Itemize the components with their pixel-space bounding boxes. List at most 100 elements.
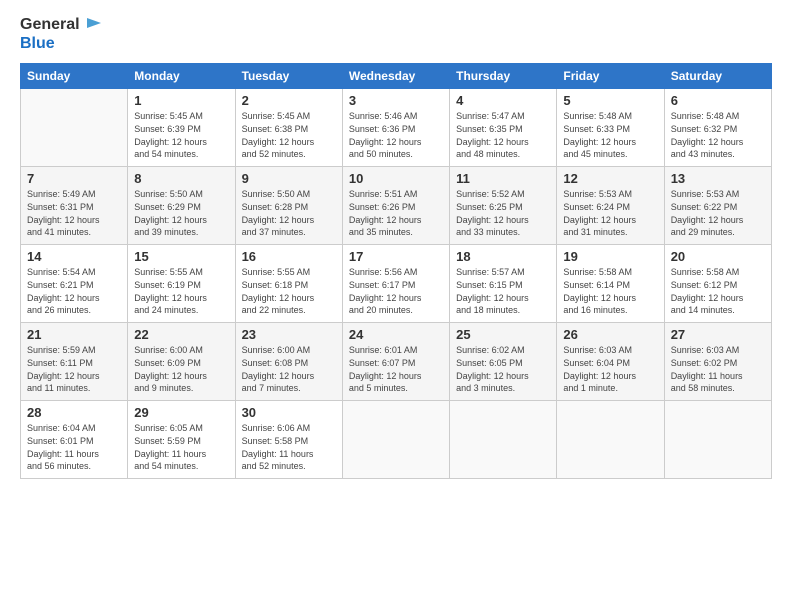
day-number: 30 xyxy=(242,405,336,420)
calendar-cell: 9Sunrise: 5:50 AM Sunset: 6:28 PM Daylig… xyxy=(235,167,342,245)
day-info: Sunrise: 5:48 AM Sunset: 6:32 PM Dayligh… xyxy=(671,110,765,160)
day-number: 19 xyxy=(563,249,657,264)
day-number: 26 xyxy=(563,327,657,342)
calendar-cell xyxy=(557,401,664,479)
day-info: Sunrise: 5:58 AM Sunset: 6:14 PM Dayligh… xyxy=(563,266,657,316)
day-info: Sunrise: 5:49 AM Sunset: 6:31 PM Dayligh… xyxy=(27,188,121,238)
calendar-cell: 23 Sunrise: 6:00 AM Sunset: 6:08 PM Dayli… xyxy=(235,323,342,401)
calendar-page: General Blue SundayMondayTuesdayWednesda… xyxy=(0,0,792,612)
day-number: 20 xyxy=(671,249,765,264)
col-header-monday: Monday xyxy=(128,64,235,89)
calendar-cell: 15 Sunrise: 5:55 AM Sunset: 6:19 PM Dayli… xyxy=(128,245,235,323)
col-header-friday: Friday xyxy=(557,64,664,89)
day-number: 10 xyxy=(349,171,443,186)
day-number: 15 xyxy=(134,249,228,264)
day-info: Sunrise: 5:55 AM Sunset: 6:19 PM Dayligh… xyxy=(134,266,228,316)
calendar-cell: 7 Sunrise: 5:49 AM Sunset: 6:31 PM Daylig… xyxy=(21,167,128,245)
logo-blue: Blue xyxy=(20,35,55,52)
day-info: Sunrise: 5:50 AM Sunset: 6:29 PM Dayligh… xyxy=(134,188,228,238)
day-info: Sunrise: 6:02 AM Sunset: 6:05 PM Dayligh… xyxy=(456,344,550,394)
calendar-cell: 2 Sunrise: 5:45 AM Sunset: 6:38 PM Daylig… xyxy=(235,89,342,167)
calendar-cell: 5Sunrise: 5:48 AM Sunset: 6:33 PM Daylig… xyxy=(557,89,664,167)
day-info: Sunrise: 6:04 AM Sunset: 6:01 PM Dayligh… xyxy=(27,422,121,472)
calendar-cell xyxy=(664,401,771,479)
col-header-tuesday: Tuesday xyxy=(235,64,342,89)
calendar-cell: 24 Sunrise: 6:01 AM Sunset: 6:07 PM Dayli… xyxy=(342,323,449,401)
day-number: 14 xyxy=(27,249,121,264)
logo-flag-icon xyxy=(85,18,103,32)
calendar-cell: 12 Sunrise: 5:53 AM Sunset: 6:24 PM Dayli… xyxy=(557,167,664,245)
calendar-cell xyxy=(450,401,557,479)
calendar-cell xyxy=(21,89,128,167)
calendar-cell: 20 Sunrise: 5:58 AM Sunset: 6:12 PM Dayli… xyxy=(664,245,771,323)
day-info: Sunrise: 5:47 AM Sunset: 6:35 PM Dayligh… xyxy=(456,110,550,160)
day-info: Sunrise: 6:00 AM Sunset: 6:08 PM Dayligh… xyxy=(242,344,336,394)
week-row-5: 28 Sunrise: 6:04 AM Sunset: 6:01 PM Dayli… xyxy=(21,401,772,479)
calendar-cell: 29Sunrise: 6:05 AM Sunset: 5:59 PM Dayli… xyxy=(128,401,235,479)
calendar-cell: 22 Sunrise: 6:00 AM Sunset: 6:09 PM Dayli… xyxy=(128,323,235,401)
day-number: 11 xyxy=(456,171,550,186)
day-info: Sunrise: 6:03 AM Sunset: 6:02 PM Dayligh… xyxy=(671,344,765,394)
calendar-cell: 13 Sunrise: 5:53 AM Sunset: 6:22 PM Dayli… xyxy=(664,167,771,245)
day-info: Sunrise: 6:00 AM Sunset: 6:09 PM Dayligh… xyxy=(134,344,228,394)
day-info: Sunrise: 5:53 AM Sunset: 6:22 PM Dayligh… xyxy=(671,188,765,238)
day-number: 1 xyxy=(134,93,228,108)
day-info: Sunrise: 5:45 AM Sunset: 6:39 PM Dayligh… xyxy=(134,110,228,160)
calendar-cell: 30Sunrise: 6:06 AM Sunset: 5:58 PM Dayli… xyxy=(235,401,342,479)
day-number: 6 xyxy=(671,93,765,108)
day-number: 24 xyxy=(349,327,443,342)
calendar-cell xyxy=(342,401,449,479)
logo-general: General xyxy=(20,16,80,33)
calendar-cell: 25 Sunrise: 6:02 AM Sunset: 6:05 PM Dayli… xyxy=(450,323,557,401)
week-row-2: 7 Sunrise: 5:49 AM Sunset: 6:31 PM Daylig… xyxy=(21,167,772,245)
day-info: Sunrise: 6:03 AM Sunset: 6:04 PM Dayligh… xyxy=(563,344,657,394)
day-number: 23 xyxy=(242,327,336,342)
col-header-saturday: Saturday xyxy=(664,64,771,89)
day-info: Sunrise: 5:58 AM Sunset: 6:12 PM Dayligh… xyxy=(671,266,765,316)
day-info: Sunrise: 5:45 AM Sunset: 6:38 PM Dayligh… xyxy=(242,110,336,160)
calendar-cell: 1 Sunrise: 5:45 AM Sunset: 6:39 PM Daylig… xyxy=(128,89,235,167)
calendar-cell: 11 Sunrise: 5:52 AM Sunset: 6:25 PM Dayli… xyxy=(450,167,557,245)
day-info: Sunrise: 5:53 AM Sunset: 6:24 PM Dayligh… xyxy=(563,188,657,238)
calendar-cell: 6 Sunrise: 5:48 AM Sunset: 6:32 PM Daylig… xyxy=(664,89,771,167)
day-number: 12 xyxy=(563,171,657,186)
week-row-4: 21Sunrise: 5:59 AM Sunset: 6:11 PM Dayli… xyxy=(21,323,772,401)
calendar-cell: 10 Sunrise: 5:51 AM Sunset: 6:26 PM Dayli… xyxy=(342,167,449,245)
col-header-sunday: Sunday xyxy=(21,64,128,89)
week-row-1: 1 Sunrise: 5:45 AM Sunset: 6:39 PM Daylig… xyxy=(21,89,772,167)
calendar-cell: 14Sunrise: 5:54 AM Sunset: 6:21 PM Dayli… xyxy=(21,245,128,323)
day-number: 25 xyxy=(456,327,550,342)
day-number: 13 xyxy=(671,171,765,186)
day-info: Sunrise: 5:55 AM Sunset: 6:18 PM Dayligh… xyxy=(242,266,336,316)
day-number: 7 xyxy=(27,171,121,186)
calendar-cell: 28 Sunrise: 6:04 AM Sunset: 6:01 PM Dayli… xyxy=(21,401,128,479)
calendar-cell: 17Sunrise: 5:56 AM Sunset: 6:17 PM Dayli… xyxy=(342,245,449,323)
header-row: SundayMondayTuesdayWednesdayThursdayFrid… xyxy=(21,64,772,89)
day-number: 29 xyxy=(134,405,228,420)
day-number: 8 xyxy=(134,171,228,186)
page-header: General Blue xyxy=(20,15,772,53)
logo: General Blue xyxy=(20,15,103,53)
calendar-cell: 18 Sunrise: 5:57 AM Sunset: 6:15 PM Dayli… xyxy=(450,245,557,323)
day-info: Sunrise: 6:01 AM Sunset: 6:07 PM Dayligh… xyxy=(349,344,443,394)
day-info: Sunrise: 5:46 AM Sunset: 6:36 PM Dayligh… xyxy=(349,110,443,160)
day-info: Sunrise: 5:51 AM Sunset: 6:26 PM Dayligh… xyxy=(349,188,443,238)
day-number: 21 xyxy=(27,327,121,342)
day-number: 2 xyxy=(242,93,336,108)
calendar-cell: 26 Sunrise: 6:03 AM Sunset: 6:04 PM Dayli… xyxy=(557,323,664,401)
day-info: Sunrise: 5:57 AM Sunset: 6:15 PM Dayligh… xyxy=(456,266,550,316)
day-number: 4 xyxy=(456,93,550,108)
day-number: 18 xyxy=(456,249,550,264)
day-number: 3 xyxy=(349,93,443,108)
calendar-cell: 27 Sunrise: 6:03 AM Sunset: 6:02 PM Dayli… xyxy=(664,323,771,401)
day-info: Sunrise: 5:52 AM Sunset: 6:25 PM Dayligh… xyxy=(456,188,550,238)
day-info: Sunrise: 5:48 AM Sunset: 6:33 PM Dayligh… xyxy=(563,110,657,160)
day-number: 28 xyxy=(27,405,121,420)
day-info: Sunrise: 5:50 AM Sunset: 6:28 PM Dayligh… xyxy=(242,188,336,238)
calendar-table: SundayMondayTuesdayWednesdayThursdayFrid… xyxy=(20,63,772,479)
day-number: 22 xyxy=(134,327,228,342)
day-number: 16 xyxy=(242,249,336,264)
calendar-cell: 4 Sunrise: 5:47 AM Sunset: 6:35 PM Daylig… xyxy=(450,89,557,167)
day-number: 27 xyxy=(671,327,765,342)
calendar-cell: 8 Sunrise: 5:50 AM Sunset: 6:29 PM Daylig… xyxy=(128,167,235,245)
